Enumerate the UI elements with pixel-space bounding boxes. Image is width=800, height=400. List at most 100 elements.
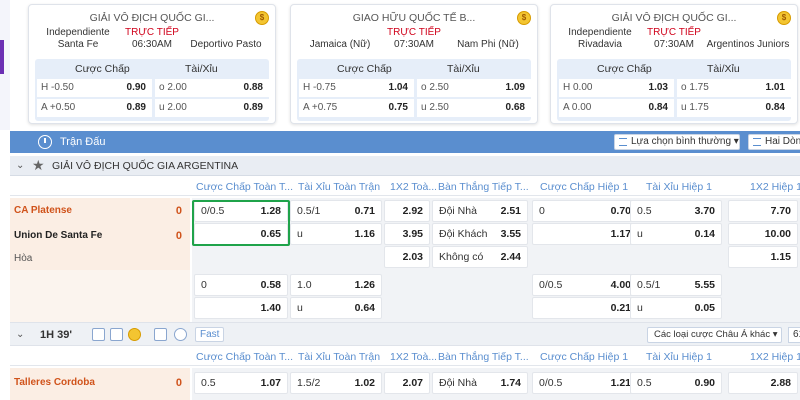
- star-icon[interactable]: ★: [32, 157, 45, 174]
- history-icon[interactable]: [174, 328, 187, 341]
- odds-hdp-h1-home[interactable]: 0 0.70: [532, 200, 638, 222]
- away-team: Union De Santa Fe: [14, 230, 103, 241]
- card-live-status: TRỰC TIẾP: [647, 27, 701, 38]
- chevron-down-icon[interactable]: ⌄: [16, 329, 24, 340]
- card-away-team: Deportivo Pasto: [190, 39, 262, 50]
- bar-chart-icon[interactable]: [154, 328, 167, 341]
- odds-hdp-home[interactable]: 0.5 1.07: [194, 372, 288, 394]
- live-time: 1H 39': [40, 329, 72, 341]
- odds-next-goal-none[interactable]: Không có 2.44: [432, 246, 528, 268]
- coin-icon[interactable]: [128, 328, 141, 341]
- bet-type-dropdown[interactable]: Các loại cược Châu Á khác ▾: [647, 327, 782, 343]
- odds-cell[interactable]: A +0.50 0.89: [37, 99, 152, 117]
- col-ou-h1: Tài Xỉu Hiệp 1: [646, 181, 712, 193]
- col-next-goal: Bàn Thắng Tiếp T...: [438, 351, 529, 363]
- card-away-team: Nam Phi (Nữ): [457, 39, 519, 50]
- card-hdp-header: Cược Chấp: [597, 63, 652, 75]
- odds-cell[interactable]: A 0.00 0.84: [559, 99, 674, 117]
- left-edge: [0, 0, 10, 130]
- clock-icon: [38, 135, 52, 149]
- card-ou-header: Tài/Xỉu: [185, 63, 218, 75]
- odds-hdp-h1-alt-home[interactable]: 0/0.5 4.00: [532, 274, 638, 296]
- odds-hdp-h1-home[interactable]: 0/0.5 1.21: [532, 372, 638, 394]
- col-handicap-h1: Cược Chấp Hiệp 1: [540, 351, 629, 363]
- odds-ou-h1-alt-under[interactable]: u 0.05: [630, 297, 722, 319]
- match-teams: CA Platense 0 Union De Santa Fe 0 Hòa: [10, 198, 190, 270]
- odds-1x2-home[interactable]: 2.92: [384, 200, 430, 222]
- coin-icon[interactable]: $: [255, 11, 269, 25]
- odds-ou-h1-under[interactable]: u 0.14: [630, 223, 722, 245]
- odds-1x2-draw[interactable]: 2.03: [384, 246, 430, 268]
- league-name: GIẢI VÔ ĐỊCH QUỐC GIA ARGENTINA: [52, 160, 239, 172]
- odds-hdp-alt-away[interactable]: 1.40: [194, 297, 288, 319]
- col-handicap-h1: Cược Chấp Hiệp 1: [540, 181, 629, 193]
- odds-cell[interactable]: u 2.00 0.89: [155, 99, 269, 117]
- featured-match-card[interactable]: GIẢI VÔ ĐỊCH QUỐC GI... $ Independiente …: [28, 4, 276, 124]
- odds-ou-over[interactable]: 0.5/1 0.71: [290, 200, 382, 222]
- odds-cell[interactable]: u 2.50 0.68: [417, 99, 531, 117]
- featured-matches: GIẢI VÔ ĐỊCH QUỐC GI... $ Independiente …: [28, 4, 798, 126]
- odds-ou-alt-under[interactable]: u 0.64: [290, 297, 382, 319]
- more-markets-count[interactable]: 61: [788, 327, 800, 343]
- odds-ou-under[interactable]: u 1.16: [290, 223, 382, 245]
- stadium-icon[interactable]: [92, 328, 105, 341]
- col-1x2-ft: 1X2 Toà...: [390, 181, 436, 193]
- odds-ou-h1-over[interactable]: 0.5 0.90: [630, 372, 722, 394]
- odds-ou-h1-alt-over[interactable]: 0.5/1 5.55: [630, 274, 722, 296]
- view-mode-select[interactable]: Lựa chọn bình thường ▾: [614, 134, 740, 150]
- odds-cell[interactable]: u 1.75 0.84: [677, 99, 791, 117]
- matches-header: Trận Đấu Lựa chọn bình thường ▾ Hai Dòng: [10, 131, 800, 153]
- featured-match-card[interactable]: GIAO HỮU QUỐC TẾ B... $ Jamaica (Nữ) TRỰ…: [290, 4, 538, 124]
- odds-next-goal-home[interactable]: Đội Nhà 1.74: [432, 372, 528, 394]
- odds-1x2-h1-home[interactable]: 2.88: [728, 372, 798, 394]
- coin-icon[interactable]: $: [777, 11, 791, 25]
- odds-cell[interactable]: o 1.75 1.01: [677, 79, 791, 97]
- odds-1x2-away[interactable]: 3.95: [384, 223, 430, 245]
- row-mode-select[interactable]: Hai Dòng: [748, 134, 800, 150]
- draw-label: Hòa: [14, 253, 33, 264]
- odds-1x2-h1-away[interactable]: 10.00: [728, 223, 798, 245]
- odds-ou-alt-over[interactable]: 1.0 1.26: [290, 274, 382, 296]
- odds-cell[interactable]: H -0.50 0.90: [37, 79, 152, 97]
- odds-ou-h1-over[interactable]: 0.5 3.70: [630, 200, 722, 222]
- col-1x2-ft: 1X2 Toà...: [390, 351, 436, 363]
- card-live-status: TRỰC TIẾP: [387, 27, 441, 38]
- odds-1x2-home[interactable]: 2.07: [384, 372, 430, 394]
- match-teams: Talleres Cordoba 0: [10, 368, 190, 400]
- odds-cell[interactable]: o 2.50 1.09: [417, 79, 531, 97]
- home-team: Talleres Cordoba: [14, 377, 95, 388]
- col-1x2-h1: 1X2 Hiệp 1: [750, 351, 800, 363]
- chevron-down-icon[interactable]: ⌄: [16, 160, 24, 171]
- selection-highlight: [192, 200, 290, 246]
- card-odds: Cược Chấp Tài/Xỉu H 0.00 1.03 o 1.75 1.01 …: [557, 59, 791, 121]
- fast-button[interactable]: Fast: [195, 327, 225, 342]
- odds-hdp-h1-alt-away[interactable]: 0.21: [532, 297, 638, 319]
- coin-icon[interactable]: $: [517, 11, 531, 25]
- odds-cell[interactable]: H 0.00 1.03: [559, 79, 674, 97]
- odds-1x2-h1-home[interactable]: 7.70: [728, 200, 798, 222]
- home-score: 0: [175, 205, 182, 217]
- odds-ou-over[interactable]: 1.5/2 1.02: [290, 372, 382, 394]
- card-odds: Cược Chấp Tài/Xỉu H -0.75 1.04 o 2.50 1.09…: [297, 59, 531, 121]
- col-1x2-h1: 1X2 Hiệp 1: [750, 181, 800, 193]
- card-live-status: TRỰC TIẾP: [125, 27, 179, 38]
- odds-hdp-h1-away[interactable]: 1.17: [532, 223, 638, 245]
- stats-card-icon[interactable]: [110, 328, 123, 341]
- col-ou-ft: Tài Xỉu Toàn Trận: [298, 181, 381, 193]
- odds-cell[interactable]: o 2.00 0.88: [155, 79, 269, 97]
- list-icon: [619, 138, 627, 146]
- col-ou-h1: Tài Xỉu Hiệp 1: [646, 351, 712, 363]
- card-hdp-header: Cược Chấp: [75, 63, 130, 75]
- league-row[interactable]: ⌄ ★ GIẢI VÔ ĐỊCH QUỐC GIA ARGENTINA: [10, 156, 800, 176]
- col-handicap-ft: Cược Chấp Toàn T...: [196, 181, 293, 193]
- odds-hdp-alt-home[interactable]: 0 0.58: [194, 274, 288, 296]
- left-edge-accent: [0, 40, 4, 74]
- away-score: 0: [175, 230, 182, 242]
- featured-match-card[interactable]: GIẢI VÔ ĐỊCH QUỐC GI... $ Independiente …: [550, 4, 798, 124]
- odds-cell[interactable]: A +0.75 0.75: [299, 99, 414, 117]
- odds-next-goal-away[interactable]: Đội Khách 3.55: [432, 223, 528, 245]
- card-ou-header: Tài/Xỉu: [447, 63, 480, 75]
- odds-next-goal-home[interactable]: Đội Nhà 2.51: [432, 200, 528, 222]
- odds-cell[interactable]: H -0.75 1.04: [299, 79, 414, 97]
- odds-1x2-h1-draw[interactable]: 1.15: [728, 246, 798, 268]
